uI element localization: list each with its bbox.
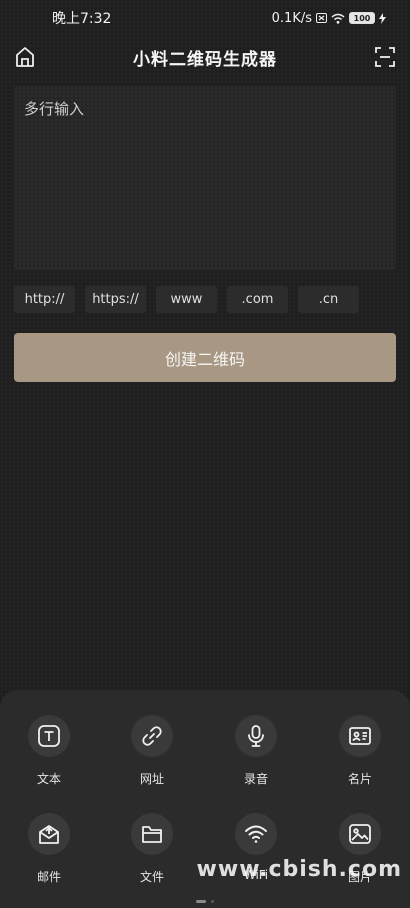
microphone-icon xyxy=(235,715,277,757)
folder-icon xyxy=(131,813,173,855)
tool-label: 录音 xyxy=(243,772,268,786)
create-qrcode-button[interactable]: 创建二维码 xyxy=(14,333,396,382)
tool-text[interactable]: 文本 xyxy=(9,715,89,787)
tool-url[interactable]: 网址 xyxy=(112,715,192,787)
quick-insert-chips: http:// https:// www .com .cn xyxy=(14,286,359,313)
chip-https[interactable]: https:// xyxy=(85,286,146,313)
chip-www[interactable]: www xyxy=(156,286,217,313)
battery-icon: 100 xyxy=(349,12,375,24)
home-icon[interactable] xyxy=(12,44,38,70)
wifi-icon xyxy=(235,813,277,855)
tool-card[interactable]: 名片 xyxy=(320,715,400,787)
watermark: www.cbish.com xyxy=(196,857,402,882)
wifi-status-icon xyxy=(331,13,345,24)
tool-file[interactable]: 文件 xyxy=(112,813,192,885)
mail-icon xyxy=(28,813,70,855)
tool-label: 名片 xyxy=(347,772,372,786)
image-icon xyxy=(339,813,381,855)
network-speed: 0.1K/s xyxy=(271,10,312,26)
sim-off-icon xyxy=(316,13,327,23)
page-dot-active xyxy=(196,900,206,903)
tool-label: 网址 xyxy=(139,772,164,786)
status-bar: 晚上7:32 0.1K/s 100 xyxy=(0,0,410,36)
scan-icon[interactable] xyxy=(372,44,398,70)
page-indicator xyxy=(196,900,214,903)
charging-icon xyxy=(379,12,386,24)
chip-cn[interactable]: .cn xyxy=(298,286,359,313)
tool-label: 邮件 xyxy=(36,870,61,884)
tool-mail[interactable]: 邮件 xyxy=(9,813,89,885)
chip-com[interactable]: .com xyxy=(227,286,288,313)
status-time: 晚上7:32 xyxy=(52,11,112,27)
business-card-icon xyxy=(339,715,381,757)
text-icon xyxy=(28,715,70,757)
tool-label: 文件 xyxy=(139,870,164,884)
chip-http[interactable]: http:// xyxy=(14,286,75,313)
multiline-input[interactable] xyxy=(14,86,396,270)
link-icon xyxy=(131,715,173,757)
tool-label: 文本 xyxy=(36,772,61,786)
tool-audio[interactable]: 录音 xyxy=(216,715,296,787)
page-title: 小料二维码生成器 xyxy=(133,49,277,70)
page-dot xyxy=(211,900,214,903)
app-bar: 小料二维码生成器 xyxy=(0,36,410,78)
status-indicators: 0.1K/s 100 xyxy=(272,11,386,26)
